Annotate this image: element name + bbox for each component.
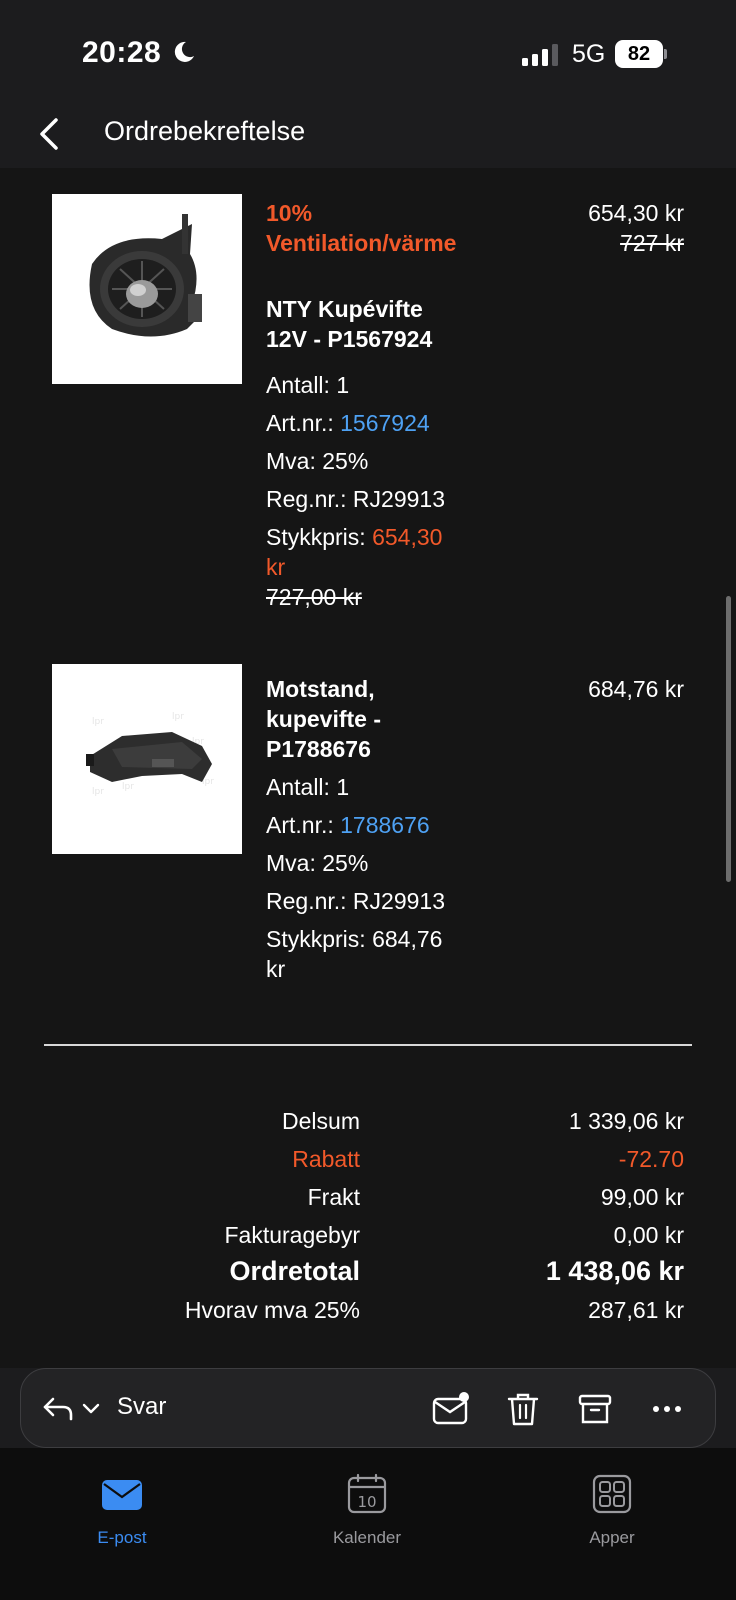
subtotal-label: Delsum bbox=[282, 1108, 360, 1134]
tab-bar: E-post 10 Kalender Apper bbox=[0, 1448, 736, 1600]
product-vat: Mva: 25% bbox=[266, 448, 369, 474]
order-total-value: 1 438,06 kr bbox=[545, 1256, 684, 1286]
product-discount-label: 10% Ventilation/värme bbox=[266, 200, 457, 256]
product-price-old: 727 kr bbox=[620, 230, 684, 256]
product-name: Motstand, kupevifte - P1788676 bbox=[266, 676, 382, 762]
unit-price-old: 727,00 kr bbox=[266, 584, 362, 610]
tab-label: Kalender bbox=[332, 1528, 402, 1547]
discount-label: Rabatt bbox=[292, 1146, 360, 1172]
product-name: NTY Kupévifte 12V - P1567924 bbox=[266, 296, 433, 352]
tab-label: Apper bbox=[589, 1528, 635, 1547]
shipping-label: Frakt bbox=[307, 1184, 360, 1210]
product-quantity: Antall: 1 bbox=[266, 372, 350, 398]
discount-value: -72.70 bbox=[618, 1146, 684, 1172]
vat-included-value: 287,61 kr bbox=[588, 1297, 684, 1323]
product-unit-price: Stykkpris: 654,30 kr bbox=[266, 522, 462, 582]
mark-unread-icon[interactable] bbox=[431, 1389, 471, 1429]
product-reg: Reg.nr.: RJ29913 bbox=[266, 486, 446, 512]
divider bbox=[44, 1044, 692, 1046]
product-price: 654,30 kr bbox=[588, 200, 684, 226]
subtotal-value: 1 339,06 kr bbox=[568, 1108, 684, 1134]
calendar-day: 10 bbox=[357, 1493, 376, 1511]
back-chevron-icon[interactable] bbox=[30, 112, 74, 156]
status-bar: 20:28 5G 82 bbox=[0, 0, 736, 100]
chevron-down-icon[interactable] bbox=[79, 1389, 103, 1429]
svg-text:lpr: lpr bbox=[172, 712, 184, 722]
product-image-resistor[interactable]: lpr lpr lpr lpr lpr lpr bbox=[52, 664, 242, 854]
signal-icon bbox=[522, 44, 558, 66]
trash-icon[interactable] bbox=[503, 1389, 543, 1429]
email-content[interactable]: 10% Ventilation/värme NTY Kupévifte 12V … bbox=[0, 168, 736, 1368]
product-reg: Reg.nr.: RJ29913 bbox=[266, 888, 446, 914]
blower-motor-illustration bbox=[52, 194, 242, 384]
product-art-row: Art.nr.: 1788676 bbox=[266, 810, 430, 840]
art-number-link[interactable]: 1567924 bbox=[340, 410, 430, 436]
svg-text:lpr: lpr bbox=[92, 787, 104, 797]
reply-icon[interactable] bbox=[39, 1389, 79, 1429]
product-unit-price: Stykkpris: 684,76 kr bbox=[266, 924, 462, 984]
order-total-label: Ordretotal bbox=[229, 1256, 360, 1286]
art-label: Art.nr.: bbox=[266, 410, 334, 436]
mail-icon bbox=[102, 1480, 142, 1510]
moon-icon bbox=[174, 41, 194, 62]
apps-grid-icon bbox=[592, 1474, 632, 1514]
product-vat: Mva: 25% bbox=[266, 850, 369, 876]
product-quantity: Antall: 1 bbox=[266, 774, 350, 800]
more-icon[interactable] bbox=[647, 1389, 687, 1429]
tab-calendar[interactable]: 10 Kalender bbox=[287, 1472, 447, 1562]
network-type: 5G bbox=[572, 40, 606, 68]
resistor-illustration: lpr lprlpr lpr lpr lpr bbox=[52, 664, 242, 854]
svg-text:lpr: lpr bbox=[122, 782, 134, 792]
calendar-icon: 10 bbox=[347, 1473, 387, 1514]
art-number-link[interactable]: 1788676 bbox=[340, 812, 430, 838]
status-time: 20:28 bbox=[82, 36, 162, 69]
vat-included-label: Hvorav mva 25% bbox=[184, 1297, 360, 1323]
tab-mail[interactable]: E-post bbox=[42, 1472, 202, 1562]
unit-price-label: Stykkpris: bbox=[266, 926, 366, 952]
product-image-blower[interactable] bbox=[52, 194, 242, 384]
nav-bar: Ordrebekreftelse bbox=[0, 100, 736, 168]
art-label: Art.nr.: bbox=[266, 812, 334, 838]
product-price: 684,76 kr bbox=[588, 676, 684, 702]
svg-text:lpr: lpr bbox=[92, 717, 104, 727]
archive-icon[interactable] bbox=[575, 1389, 615, 1429]
unit-price-label: Stykkpris: bbox=[266, 524, 366, 550]
product-art-row: Art.nr.: 1567924 bbox=[266, 408, 430, 438]
email-action-toolbar: Svar bbox=[20, 1368, 716, 1448]
tab-label: E-post bbox=[97, 1528, 147, 1547]
page-title: Ordrebekreftelse bbox=[104, 116, 306, 146]
reply-button-label[interactable]: Svar bbox=[117, 1393, 166, 1421]
battery-tip bbox=[664, 49, 667, 59]
battery-icon: 82 bbox=[615, 40, 667, 68]
shipping-value: 99,00 kr bbox=[600, 1184, 684, 1210]
tab-apps[interactable]: Apper bbox=[532, 1472, 692, 1562]
invoice-fee-label: Fakturagebyr bbox=[224, 1222, 360, 1248]
invoice-fee-value: 0,00 kr bbox=[613, 1222, 684, 1248]
battery-level: 82 bbox=[615, 40, 663, 68]
scrollbar[interactable] bbox=[726, 596, 731, 882]
